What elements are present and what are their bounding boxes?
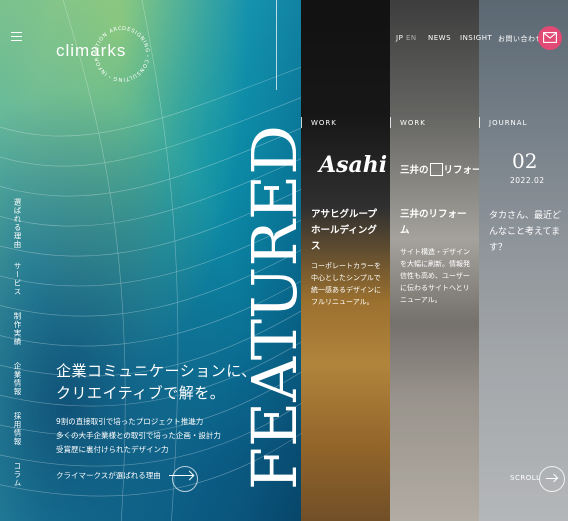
mitsui-logo: 三井の リフォーム — [400, 162, 479, 176]
hero-sub-line-3: 受賞歴に裏付けられたデザイン力 — [56, 445, 169, 454]
hero-sub-line-1: 9割の直接取引で培ったプロジェクト推進力 — [56, 417, 204, 426]
featured-heading: FEATURED — [246, 125, 301, 490]
journal-date: 2022.02 — [510, 176, 545, 185]
mail-button[interactable] — [538, 26, 562, 50]
card-description: コーポレートカラーを中心としたシンプルで統一感あるデザインにフルリニューアル。 — [311, 262, 381, 306]
arrow-right-icon — [546, 478, 557, 479]
journal-number: 02 — [512, 149, 538, 173]
sidebar-item-recruit[interactable]: 採用情報 — [12, 412, 23, 446]
card-separator — [479, 117, 480, 128]
hero-headline-line-1: 企業コミュニケーションに、 — [56, 362, 257, 380]
mail-icon — [543, 32, 557, 43]
hero-section: 選ばれる理由 サービス 制作実績 企業情報 採用情報 コラム climarks … — [0, 0, 301, 521]
asahi-logo: Asahi — [319, 152, 388, 178]
card-description: サイト構造・デザインを大幅に刷新。情報発信性も高め、ユーザーに伝わるサイトへとリ… — [400, 248, 470, 304]
card-overlay — [479, 0, 568, 521]
sidebar: 選ばれる理由 サービス 制作実績 企業情報 採用情報 コラム — [0, 0, 34, 521]
card-separator — [301, 117, 302, 128]
hero-cta-label: クライマークスが選ばれる理由 — [56, 471, 161, 480]
sidebar-item-company[interactable]: 企業情報 — [12, 362, 23, 396]
card-separator — [390, 117, 391, 128]
lang-jp[interactable]: JP — [396, 34, 403, 42]
nav-contact[interactable]: お問い合わせ — [498, 34, 543, 44]
hamburger-icon[interactable] — [11, 32, 22, 42]
card-category: WORK — [311, 119, 337, 127]
sidebar-item-services[interactable]: サービス — [12, 262, 23, 296]
card-title: 三井のリフォーム — [400, 209, 467, 236]
sidebar-item-column[interactable]: コラム — [12, 462, 23, 488]
logo-ring-text: DESIGNING・CONSULTING・INFORMATION ARCHITE… — [88, 26, 149, 82]
house-icon — [429, 162, 443, 176]
nav-insight[interactable]: INSIGHT — [460, 34, 492, 42]
cta-circle[interactable] — [172, 466, 198, 492]
work-card-mitsui[interactable]: WORK 三井の リフォーム 三井のリフォーム サイト構造・デザインを大幅に刷新… — [390, 0, 479, 521]
mitsui-logo-part-1: 三井の — [400, 165, 429, 176]
card-category: WORK — [400, 119, 426, 127]
hero-subtext: 9割の直接取引で培ったプロジェクト推進力 多くの大手企業様との取引で培った企画・… — [56, 415, 221, 457]
lang-en[interactable]: EN — [406, 34, 417, 42]
mitsui-logo-part-2: リフォーム — [443, 165, 479, 176]
sidebar-item-works[interactable]: 制作実績 — [12, 312, 23, 346]
hero-headline-line-2: クリエイティブで解を。 — [56, 384, 226, 402]
card-category: JOURNAL — [489, 119, 528, 127]
hero-headline: 企業コミュニケーションに、 クリエイティブで解を。 — [56, 360, 257, 404]
scroll-label: SCROLL — [510, 474, 541, 482]
sidebar-item-reasons[interactable]: 選ばれる理由 — [12, 198, 23, 249]
hero-sub-line-2: 多くの大手企業様との取引で培った企画・設計力 — [56, 431, 221, 440]
divider-line — [276, 0, 277, 90]
logo-ring: DESIGNING・CONSULTING・INFORMATION ARCHITE… — [88, 26, 150, 82]
card-title: アサヒグループホールディングス — [311, 209, 377, 252]
journal-title: タカさん、最近どんなこと考えてます？ — [489, 211, 562, 253]
scroll-button[interactable] — [539, 466, 565, 492]
svg-text:DESIGNING・CONSULTING・INFORMATI: DESIGNING・CONSULTING・INFORMATION ARCHITE… — [88, 26, 150, 82]
work-card-asahi[interactable]: WORK Asahi アサヒグループホールディングス コーポレートカラーを中心と… — [301, 0, 390, 521]
journal-card[interactable]: JOURNAL 02 2022.02 タカさん、最近どんなこと考えてます？ — [479, 0, 568, 521]
featured-text: FEATURED — [246, 125, 301, 490]
nav-news[interactable]: NEWS — [428, 34, 451, 42]
